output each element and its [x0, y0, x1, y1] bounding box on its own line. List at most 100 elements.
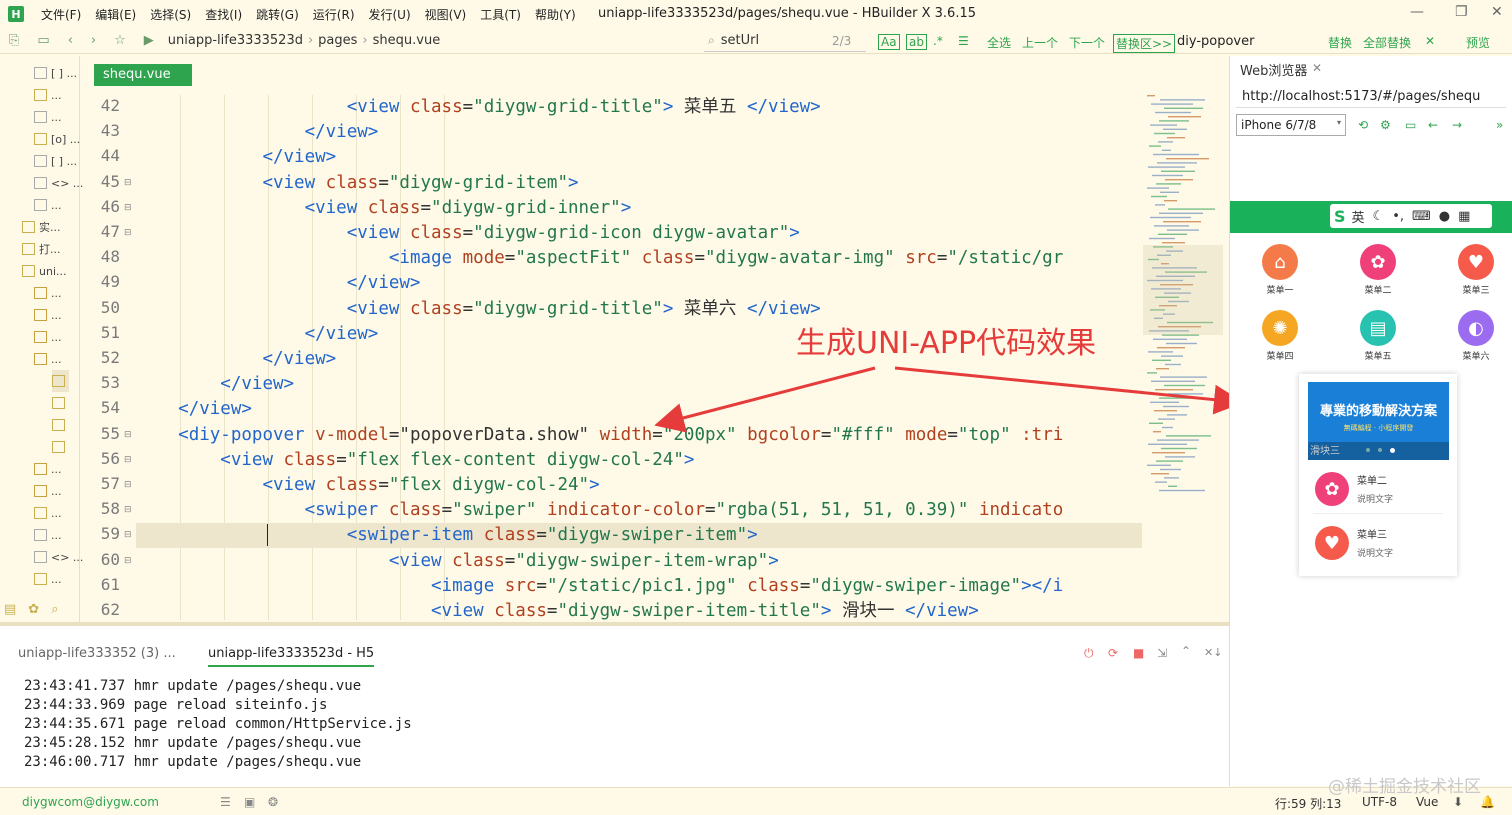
code-line[interactable]: </view>	[136, 120, 379, 145]
menu-item[interactable]: 运行(R)	[306, 6, 362, 23]
tree-item[interactable]: uni...	[22, 260, 67, 282]
settings-icon[interactable]: ⚙	[1380, 118, 1391, 132]
grid-menu-item[interactable]: ▤ 菜单五	[1348, 310, 1408, 362]
tree-item[interactable]: ...	[34, 348, 62, 370]
code-line[interactable]: <view class="diygw-grid-title"> 菜单五 </vi…	[136, 95, 821, 120]
file-language[interactable]: Vue	[1416, 795, 1438, 809]
preview-button[interactable]: 预览	[1466, 34, 1490, 51]
tree-item[interactable]: ...	[34, 502, 62, 524]
fold-toggle-icon[interactable]: ⊟	[124, 505, 132, 515]
collapse-icon[interactable]: ⌃	[1181, 644, 1191, 658]
close-browser-tab-icon[interactable]: ✕	[1312, 61, 1322, 75]
code-line[interactable]: <view class="diygw-grid-title"> 菜单六 </vi…	[136, 297, 821, 322]
breadcrumb-project[interactable]: uniapp-life3333523d	[168, 33, 303, 48]
tree-item[interactable]: 实...	[22, 216, 61, 238]
fold-toggle-icon[interactable]: ⊟	[124, 203, 132, 213]
browser-forward-icon[interactable]: →	[1452, 118, 1462, 132]
tree-item[interactable]: [ ] ...	[34, 62, 77, 84]
menu-item[interactable]: 选择(S)	[143, 6, 198, 23]
fold-toggle-icon[interactable]: ⊟	[124, 480, 132, 490]
tree-item[interactable]: ...	[34, 458, 62, 480]
tree-item[interactable]	[52, 392, 69, 414]
fold-toggle-icon[interactable]: ⊟	[124, 455, 132, 465]
code-line[interactable]: <view class="diygw-grid-icon diygw-avata…	[136, 221, 800, 246]
plugin-icon[interactable]: ❂	[268, 795, 278, 809]
tree-item[interactable]: ...	[34, 106, 62, 128]
clear-icon[interactable]: ■	[1133, 646, 1144, 660]
code-line[interactable]: <view class="flex diygw-col-24">	[136, 473, 599, 498]
screenshot-icon[interactable]: ▭	[1405, 118, 1416, 132]
code-line[interactable]: </view>	[136, 271, 421, 296]
tree-item[interactable]: [o] ...	[34, 128, 80, 150]
tree-item[interactable]	[52, 436, 69, 458]
code-line[interactable]: <diy-popover v-model="popoverData.show" …	[136, 423, 1063, 448]
grid-menu-item[interactable]: ⌂ 菜单一	[1250, 244, 1310, 296]
browser-back-icon[interactable]: ←	[1428, 118, 1438, 132]
breadcrumb-folder[interactable]: pages	[318, 33, 357, 48]
export-icon[interactable]: ⇲	[1157, 646, 1167, 660]
restart-icon[interactable]: ⟳	[1108, 646, 1118, 660]
new-file-icon[interactable]: ⎘	[9, 33, 19, 48]
code-line[interactable]: </view>	[136, 372, 294, 397]
menu-item[interactable]: 查找(I)	[198, 6, 249, 23]
code-line[interactable]: <image src="/static/pic1.jpg" class="diy…	[136, 574, 1063, 599]
menu-item[interactable]: 跳转(G)	[249, 6, 306, 23]
file-encoding[interactable]: UTF-8	[1362, 795, 1397, 809]
fold-toggle-icon[interactable]: ⊟	[124, 228, 132, 238]
menu-item[interactable]: 帮助(Y)	[528, 6, 583, 23]
tree-item[interactable]: <> ...	[34, 172, 83, 194]
stop-icon[interactable]: ⏻	[1084, 646, 1094, 661]
swiper-indicators[interactable]	[1366, 448, 1395, 453]
close-icon[interactable]: ✕	[1491, 4, 1503, 20]
close-panel-icon[interactable]: ✕↓	[1204, 646, 1222, 659]
code-line[interactable]: <view class="diygw-swiper-item-title"> 滑…	[136, 599, 979, 620]
tree-item[interactable]: 打...	[22, 238, 61, 260]
bookmark-icon[interactable]: ☆	[114, 33, 126, 48]
tree-item[interactable]: ...	[34, 194, 62, 216]
fold-toggle-icon[interactable]: ⊟	[124, 530, 132, 540]
search-value[interactable]: setUrl	[721, 33, 759, 48]
tab-web-browser[interactable]: Web浏览器	[1240, 60, 1307, 79]
code-line[interactable]: <view class="diygw-grid-item">	[136, 171, 578, 196]
replace-input[interactable]: diy-popover	[1177, 34, 1254, 49]
code-line[interactable]: <swiper class="swiper" indicator-color="…	[136, 498, 1064, 523]
tree-item[interactable]: ...	[34, 304, 62, 326]
tree-item[interactable]: ...	[34, 524, 62, 546]
grid-menu-item[interactable]: ◐ 菜单六	[1446, 310, 1506, 362]
replace-button[interactable]: 替换	[1328, 34, 1352, 51]
list-icon[interactable]: ☰	[958, 34, 969, 48]
swiper[interactable]: 專業的移動解決方案 無碼編程 · 小程序開發 滑块三	[1308, 382, 1449, 460]
grid-menu-item[interactable]: ♥ 菜单三	[1446, 244, 1506, 296]
maximize-icon[interactable]: ❐	[1455, 4, 1468, 20]
search-input[interactable]: ⌕ setUrl 2/3	[704, 30, 866, 52]
menu-item[interactable]: 视图(V)	[418, 6, 474, 23]
tree-item[interactable]	[52, 370, 69, 392]
notification-icon[interactable]: 🔔	[1480, 795, 1495, 809]
regex-icon[interactable]: .*	[933, 34, 943, 48]
code-line[interactable]: </view>	[136, 145, 336, 170]
select-all-button[interactable]: 全选	[987, 34, 1011, 51]
code-line[interactable]: </view>	[136, 322, 379, 347]
cursor-position[interactable]: 行:59 列:13	[1275, 795, 1341, 812]
search-panel-icon[interactable]: ⌕	[51, 602, 58, 617]
menu-item[interactable]: 文件(F)	[34, 6, 88, 23]
fold-toggle-icon[interactable]: ⊟	[124, 556, 132, 566]
tab-shequ-vue[interactable]: shequ.vue	[94, 64, 192, 86]
prev-match-button[interactable]: 上一个	[1022, 34, 1058, 51]
download-icon[interactable]: ⬇	[1453, 795, 1463, 809]
back-icon[interactable]: ‹	[68, 33, 73, 48]
code-line[interactable]: <view class="diygw-grid-inner">	[136, 196, 632, 221]
tree-item[interactable]: ...	[34, 568, 62, 590]
menu-item[interactable]: 工具(T)	[473, 6, 528, 23]
code-line[interactable]: <view class="flex flex-content diygw-col…	[136, 448, 694, 473]
fold-toggle-icon[interactable]: ⊟	[124, 430, 132, 440]
minimap[interactable]	[1143, 95, 1223, 515]
minimize-icon[interactable]: —	[1410, 4, 1424, 20]
menu-item[interactable]: 编辑(E)	[88, 6, 143, 23]
code-line[interactable]: <swiper-item class="diygw-swiper-item">	[136, 523, 1142, 549]
tree-item[interactable]: <> ...	[34, 546, 83, 568]
next-match-button[interactable]: 下一个	[1069, 34, 1105, 51]
replace-all-button[interactable]: 全部替换	[1363, 34, 1411, 51]
whole-word-button[interactable]: ab	[906, 34, 927, 50]
replace-area-toggle[interactable]: 替换区>>	[1113, 34, 1176, 53]
